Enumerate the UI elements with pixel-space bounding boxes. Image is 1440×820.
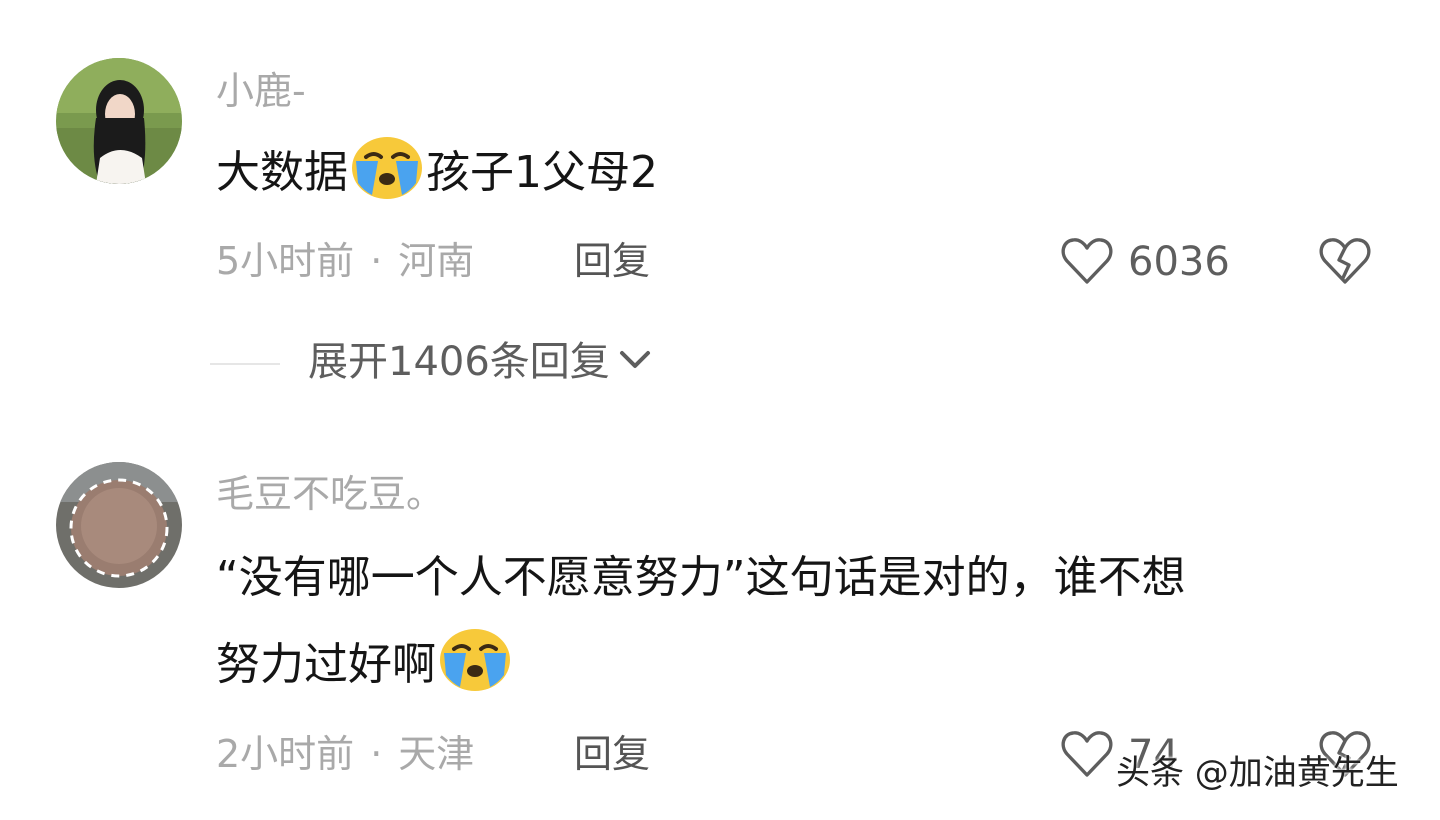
comment-meta: 2小时前 · 天津 xyxy=(216,735,474,773)
heart-icon[interactable] xyxy=(1060,236,1114,286)
comment-username[interactable]: 小鹿- xyxy=(216,72,306,110)
expand-replies-button[interactable]: 展开1406条回复 xyxy=(308,342,652,382)
chevron-down-icon xyxy=(619,351,650,368)
comment-time: 2小时前 xyxy=(216,732,355,776)
comment-content-line2: 努力过好啊 xyxy=(216,619,514,711)
comment-meta: 5小时前 · 河南 xyxy=(216,242,474,280)
divider-line xyxy=(210,363,280,365)
reply-button[interactable]: 回复 xyxy=(574,735,650,773)
like-count: 6036 xyxy=(1128,239,1230,285)
comment-content: 大数据 孩子1父母2 xyxy=(216,127,658,219)
watermark: 头条 @加油黄先生 xyxy=(1116,753,1399,793)
loudly-crying-face-emoji-icon xyxy=(438,627,512,693)
meta-separator: · xyxy=(370,239,383,283)
reply-button[interactable]: 回复 xyxy=(574,242,650,280)
comment-text: 孩子1父母2 xyxy=(426,147,658,198)
comment-content-line1: “没有哪一个人不愿意努力”这句话是对的，谁不想 xyxy=(216,552,1186,603)
broken-heart-icon[interactable] xyxy=(1318,236,1372,286)
heart-icon[interactable] xyxy=(1060,729,1114,779)
expand-replies-label: 展开1406条回复 xyxy=(308,339,610,385)
comment-text: 大数据 xyxy=(216,147,348,198)
comment-username[interactable]: 毛豆不吃豆。 xyxy=(216,475,444,513)
meta-separator: · xyxy=(370,732,383,776)
comment-text: 努力过好啊 xyxy=(216,639,436,690)
comment-location: 河南 xyxy=(398,239,475,283)
avatar[interactable] xyxy=(56,58,182,184)
comment-time: 5小时前 xyxy=(216,239,355,283)
comment-location: 天津 xyxy=(398,732,475,776)
avatar[interactable] xyxy=(56,462,182,588)
loudly-crying-face-emoji-icon xyxy=(350,135,424,201)
